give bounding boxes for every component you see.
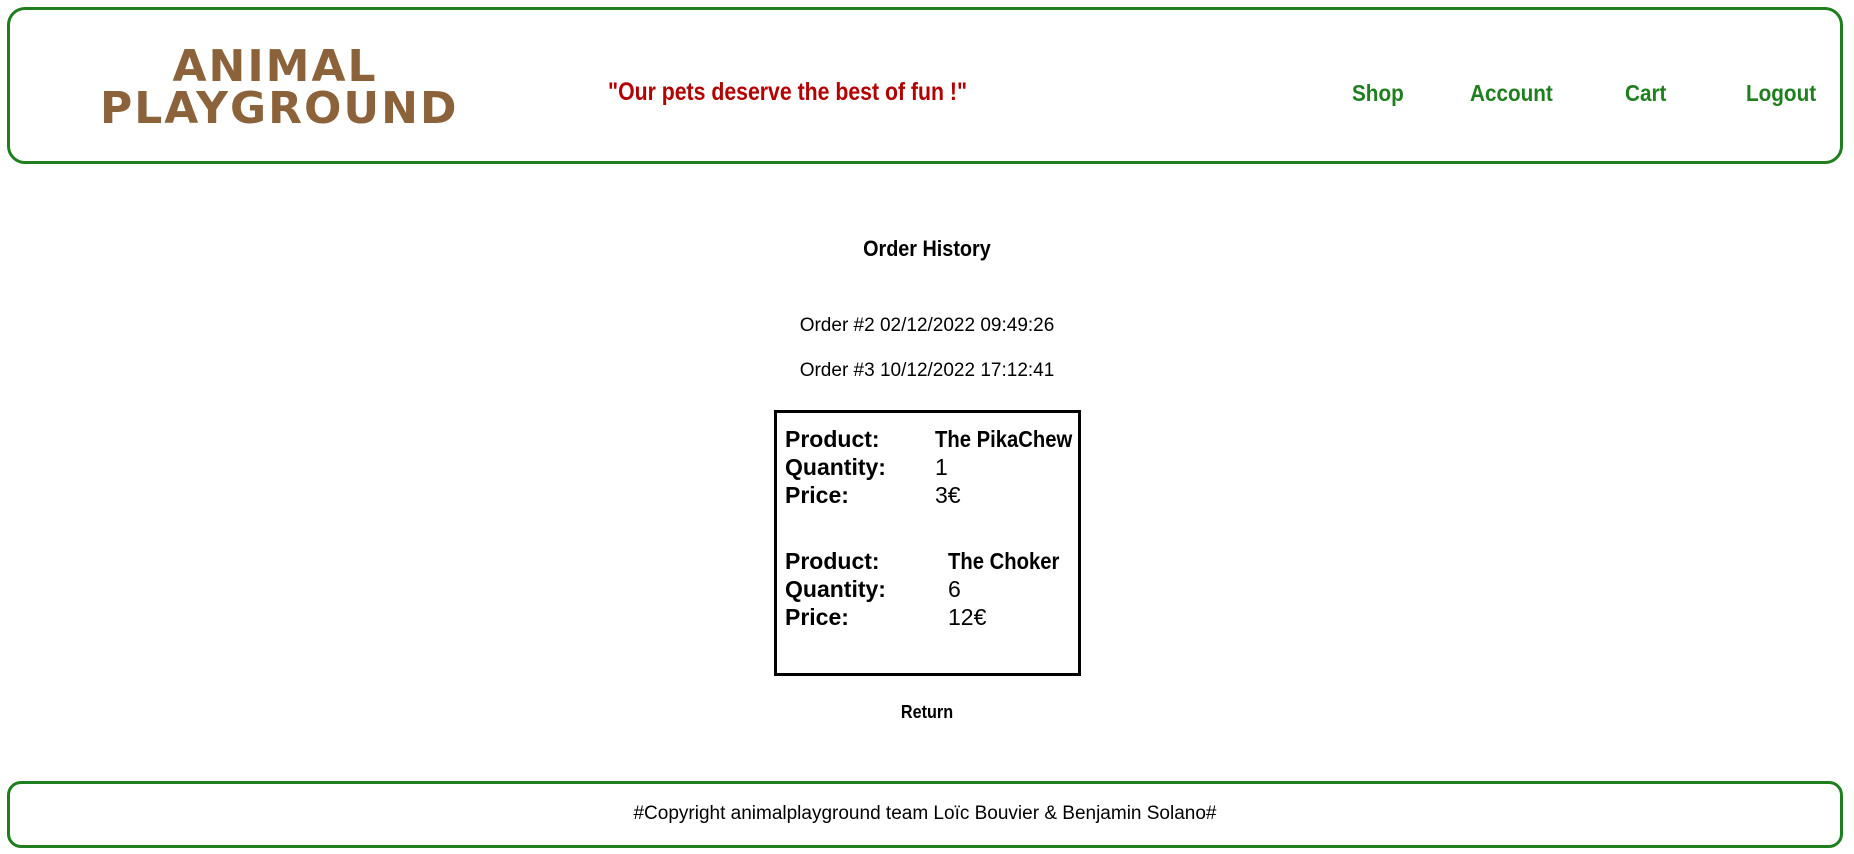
quantity-value: 6 [948, 576, 961, 602]
slogan: "Our pets deserve the best of fun !" [608, 78, 968, 106]
price-label: Price: [785, 482, 849, 508]
nav-account-link[interactable]: Account [1470, 80, 1553, 107]
product-label: Product: [785, 426, 880, 452]
price-label: Price: [785, 604, 849, 630]
quantity-label: Quantity: [785, 454, 886, 480]
logo-line-1: ANIMAL [172, 41, 378, 92]
return-link[interactable]: Return [901, 702, 953, 723]
nav-logout-link[interactable]: Logout [1746, 80, 1816, 107]
product-label: Product: [785, 548, 880, 574]
order-entry-2[interactable]: Order #2 02/12/2022 09:49:26 [0, 315, 1854, 337]
product-name: The Choker [948, 548, 1060, 574]
nav-cart-link[interactable]: Cart [1625, 80, 1666, 107]
copyright-text: #Copyright animalplayground team Loïc Bo… [633, 803, 1217, 824]
price-value: 3€ [935, 482, 961, 508]
site-header: ANIMAL PLAYGROUND "Our pets deserve the … [7, 7, 1843, 164]
page-title: Order History [0, 236, 1854, 262]
return-row: Return [0, 702, 1854, 723]
site-logo[interactable]: ANIMAL PLAYGROUND [100, 41, 459, 134]
site-footer: #Copyright animalplayground team Loïc Bo… [7, 781, 1843, 848]
product-name: The PikaChew [935, 426, 1073, 452]
page-title-text: Order History [863, 236, 991, 261]
quantity-label: Quantity: [785, 576, 886, 602]
quantity-value: 1 [935, 454, 948, 480]
order-entry-3[interactable]: Order #3 10/12/2022 17:12:41 [0, 360, 1854, 382]
order-item: Product: The Choker Quantity: 6 Price: 1… [785, 547, 1075, 631]
nav-shop-link[interactable]: Shop [1352, 80, 1404, 107]
logo-line-2: PLAYGROUND [100, 83, 459, 134]
order-item: Product: The PikaChew Quantity: 1 Price:… [785, 425, 1075, 509]
price-value: 12€ [948, 604, 987, 630]
order-details-panel: Product: The PikaChew Quantity: 1 Price:… [774, 410, 1081, 676]
